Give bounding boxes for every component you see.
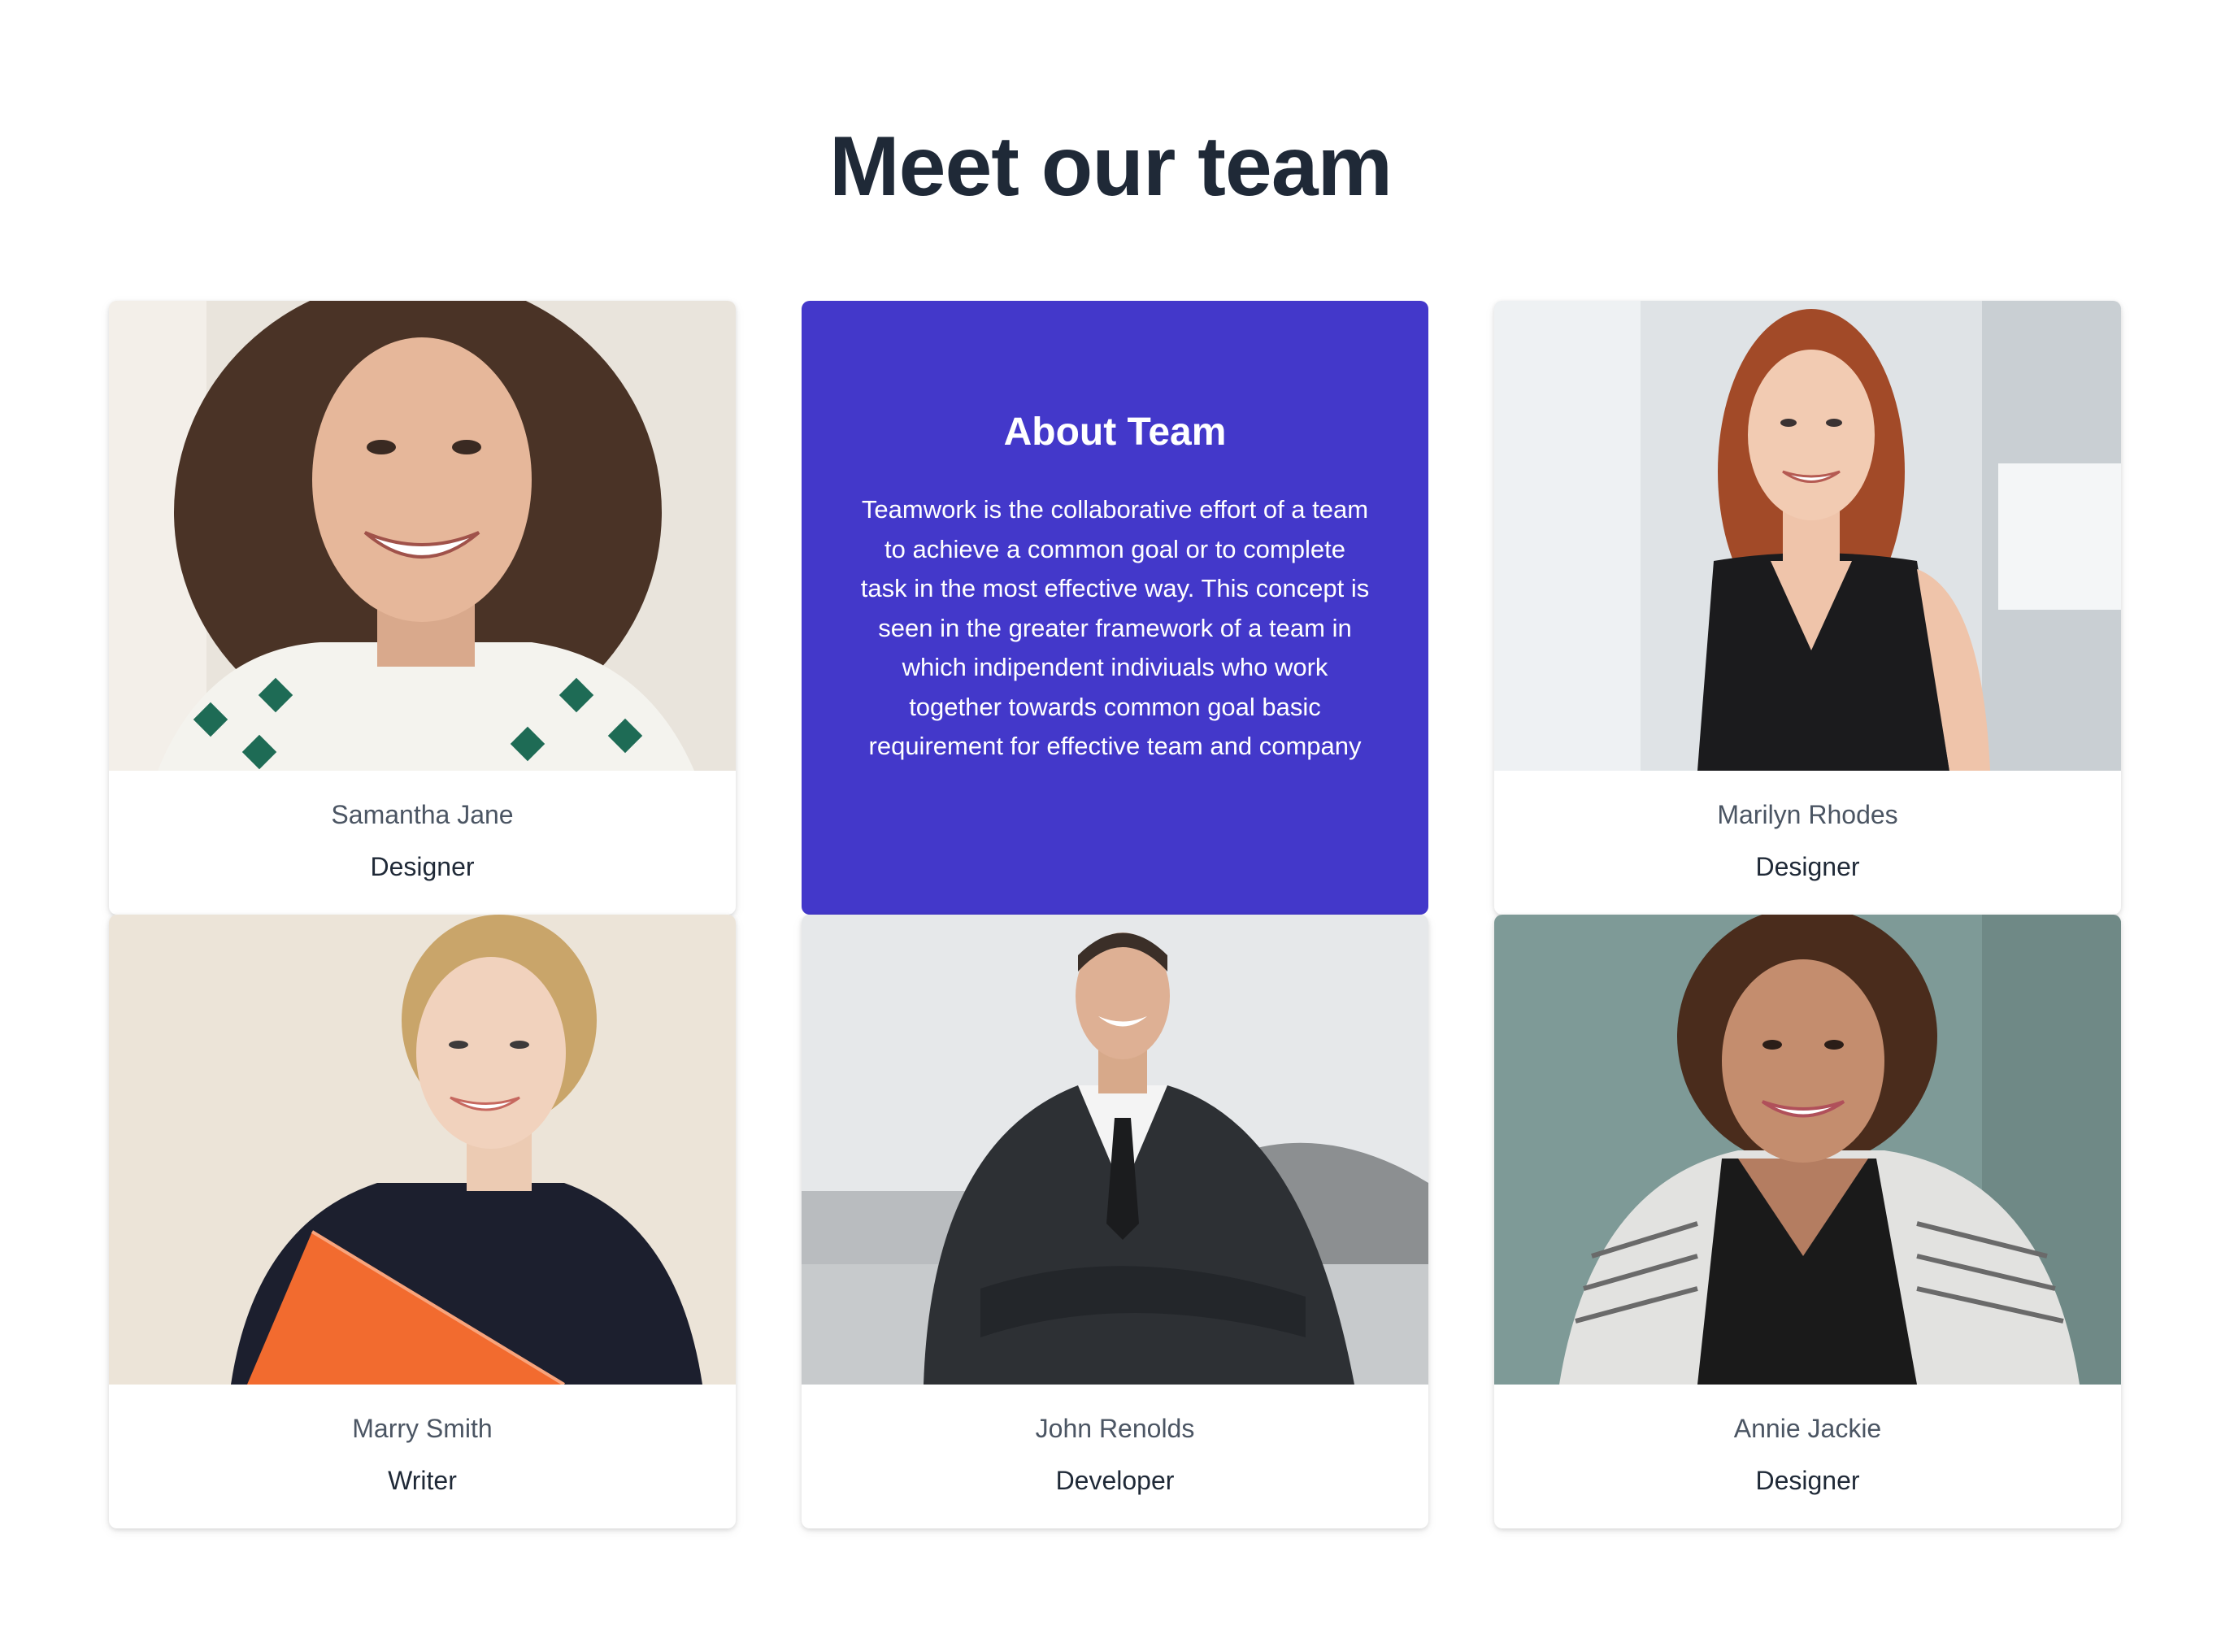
member-name: Samantha Jane — [331, 800, 514, 829]
member-photo — [1494, 915, 2121, 1385]
member-info: Marilyn Rhodes Designer — [1494, 771, 2121, 915]
member-name: Annie Jackie — [1733, 1414, 1882, 1443]
team-grid: Samantha Jane Designer About Team Teamwo… — [109, 301, 2121, 1528]
member-name: John Renolds — [1035, 1414, 1195, 1443]
member-name: Marry Smith — [352, 1414, 493, 1443]
team-member-card[interactable]: Marilyn Rhodes Designer — [1494, 301, 2121, 915]
member-info: Marry Smith Writer — [109, 1385, 736, 1528]
about-team-card: About Team Teamwork is the collaborative… — [802, 301, 1428, 915]
member-photo — [109, 301, 736, 771]
member-role: Writer — [388, 1466, 457, 1495]
member-photo — [1494, 301, 2121, 771]
team-member-card[interactable]: Annie Jackie Designer — [1494, 915, 2121, 1528]
member-photo — [802, 915, 1428, 1385]
about-heading: About Team — [1003, 411, 1227, 454]
page-title: Meet our team — [828, 120, 1393, 214]
member-info: John Renolds Developer — [802, 1385, 1428, 1528]
about-description: Teamwork is the collaborative effort of … — [860, 495, 1370, 760]
team-member-card[interactable]: John Renolds Developer — [802, 915, 1428, 1528]
member-role: Developer — [1055, 1466, 1175, 1495]
member-role: Designer — [1755, 1466, 1860, 1495]
member-photo — [109, 915, 736, 1385]
team-member-card[interactable]: Samantha Jane Designer — [109, 301, 736, 915]
member-info: Samantha Jane Designer — [109, 771, 736, 915]
member-role: Designer — [370, 852, 475, 881]
team-page: Meet our team Samantha Jane Designer Abo… — [0, 0, 2221, 1652]
team-member-card[interactable]: Marry Smith Writer — [109, 915, 736, 1528]
member-info: Annie Jackie Designer — [1494, 1385, 2121, 1528]
member-role: Designer — [1755, 852, 1860, 881]
member-name: Marilyn Rhodes — [1717, 800, 1898, 829]
